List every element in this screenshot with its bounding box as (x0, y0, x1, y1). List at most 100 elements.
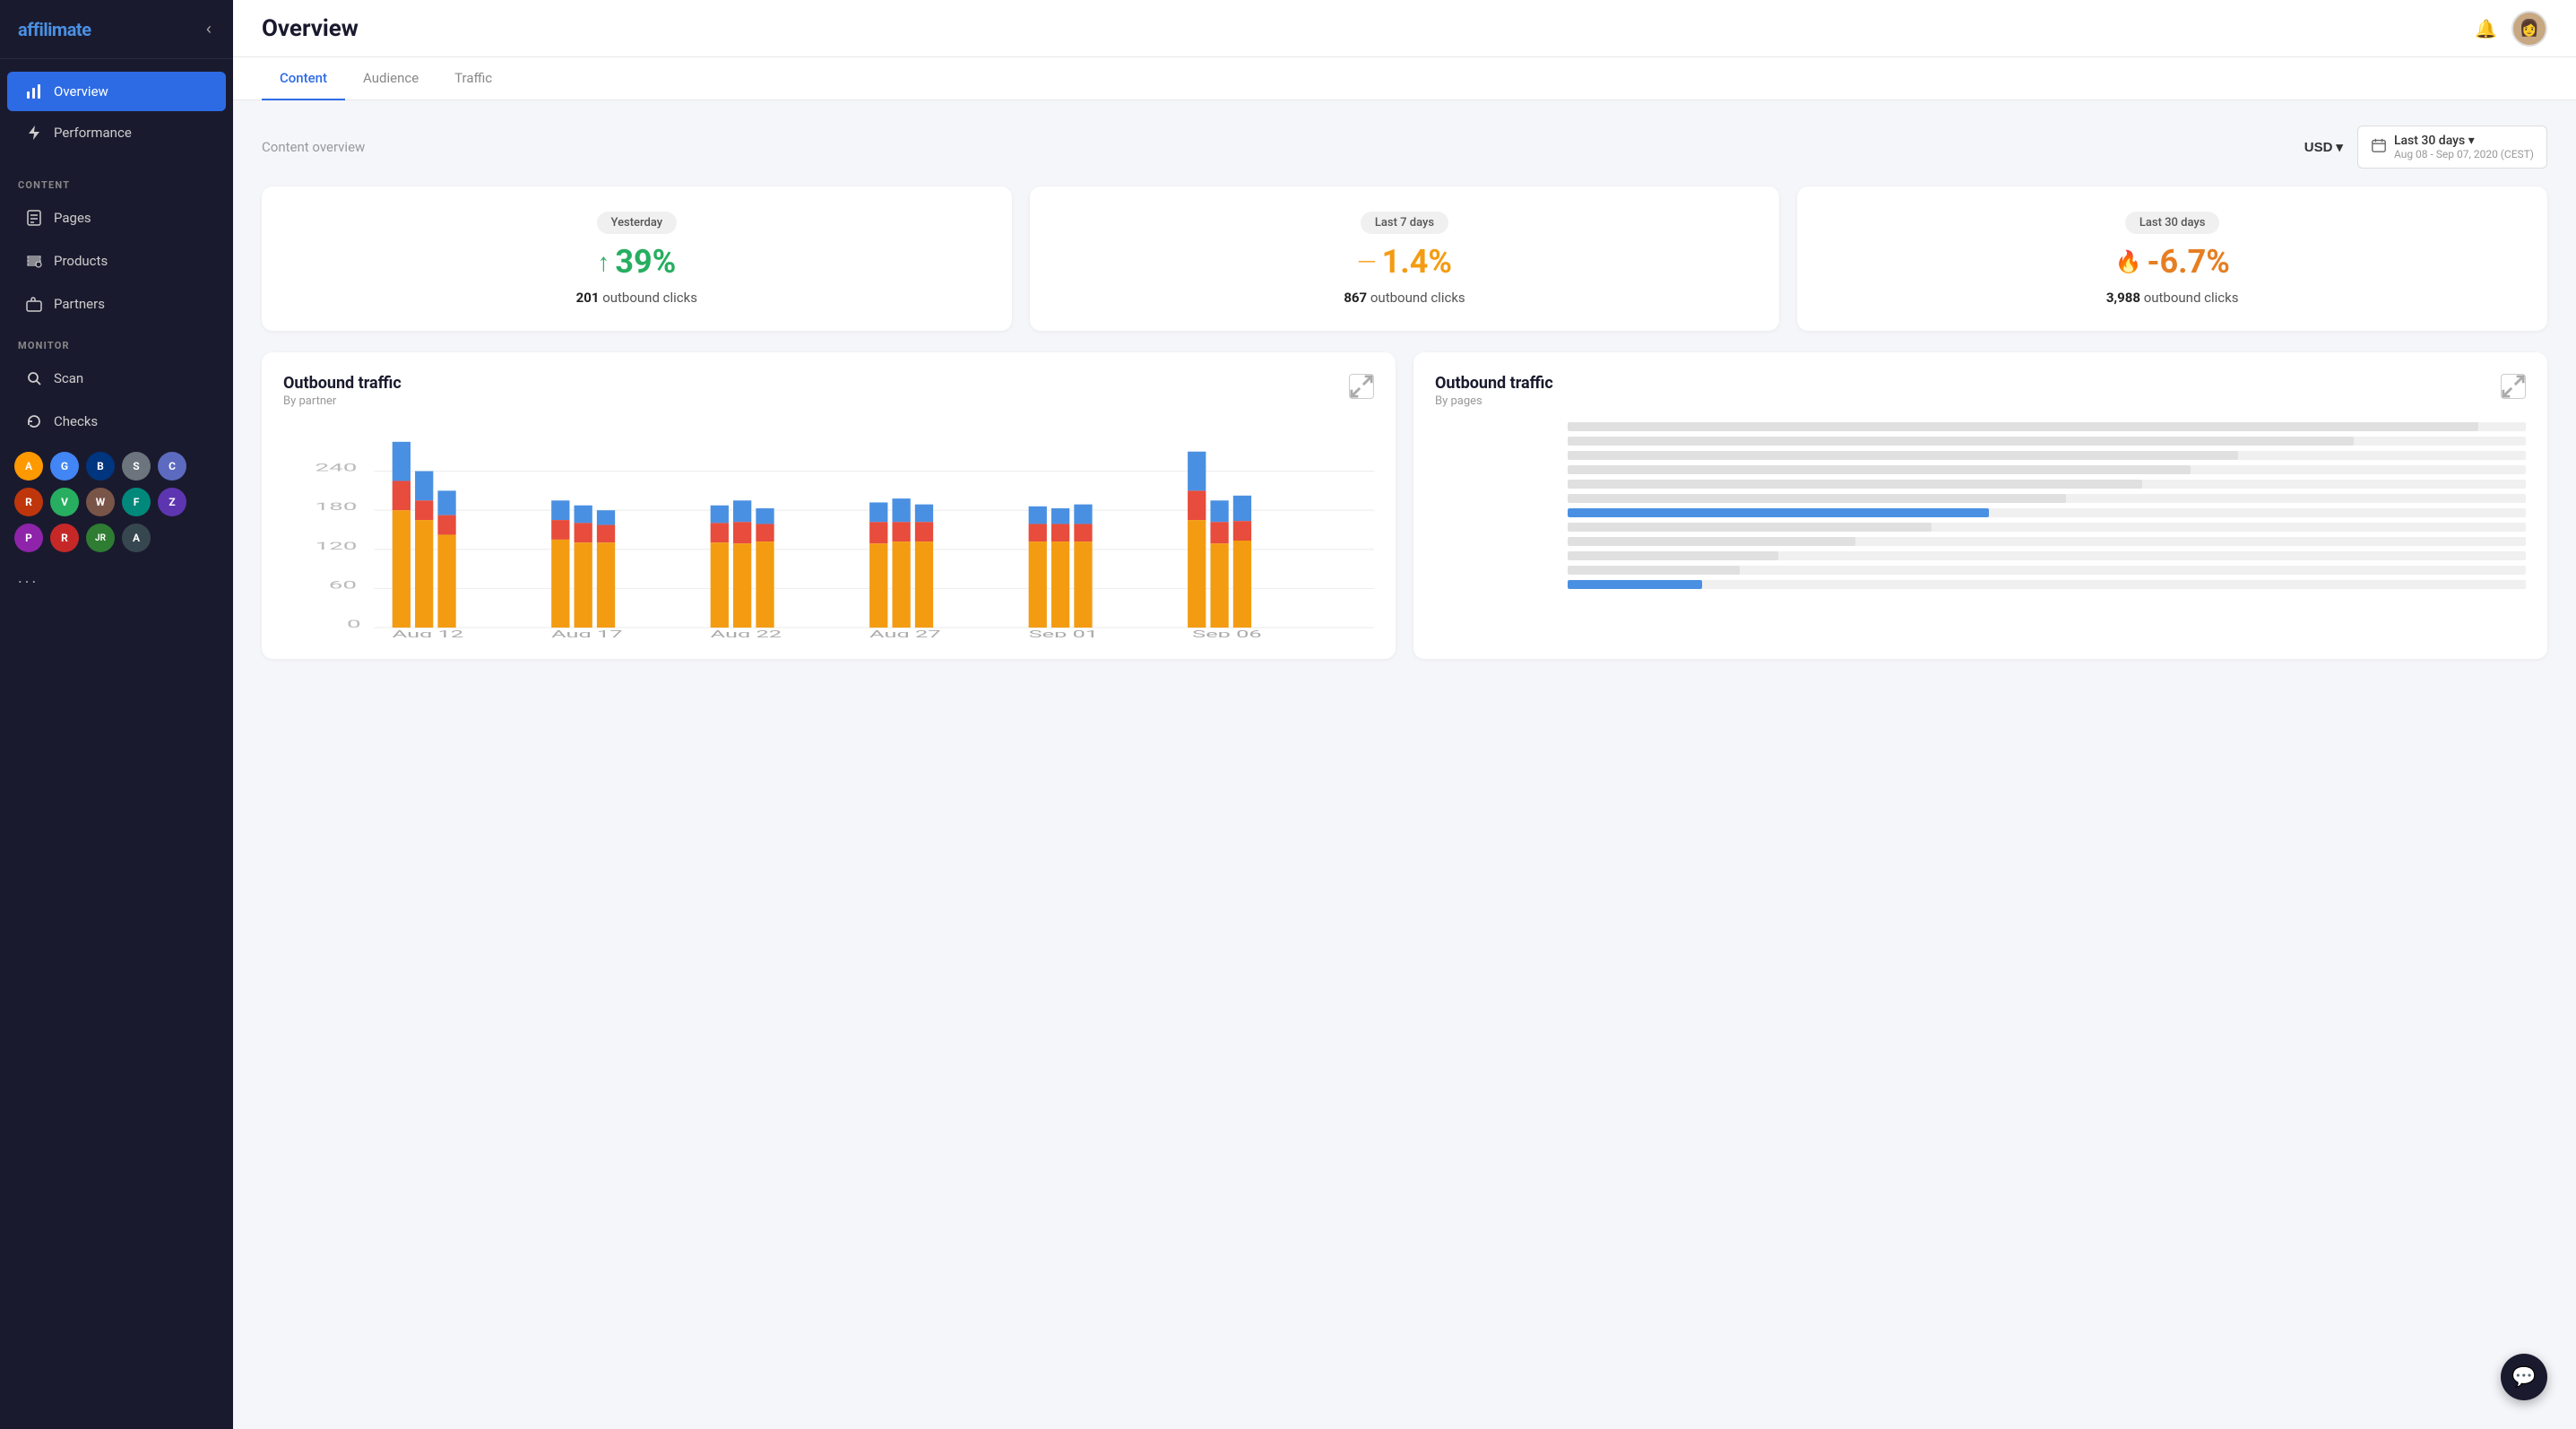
user-avatar[interactable]: 👩 (2511, 11, 2547, 47)
hbar-fill (1568, 537, 1855, 546)
currency-selector[interactable]: USD ▾ (2304, 139, 2343, 155)
sidebar-item-partners[interactable]: Partners (7, 284, 226, 324)
sidebar-item-products-label: Products (54, 253, 108, 269)
metric-badge-yesterday: Yesterday (597, 212, 678, 234)
hbar-fill (1568, 480, 2142, 489)
sidebar-item-products[interactable]: Products (7, 241, 226, 281)
hbar-track (1568, 566, 2526, 575)
date-range-label-text: Last 30 days (2394, 134, 2465, 148)
sidebar-item-pages-label: Pages (54, 210, 91, 226)
calendar-icon (2371, 137, 2387, 157)
metric-value-yesterday: ↑ 39% (597, 243, 676, 281)
main-content: Overview 🔔 👩 Content Audience Traffic Co… (233, 0, 2576, 1429)
page-title: Overview (262, 15, 359, 42)
hbar-row (1435, 480, 2526, 489)
hbar-track (1568, 437, 2526, 446)
hbar-fill (1568, 451, 2238, 460)
partner-icon-p[interactable]: P (14, 524, 43, 552)
metric-card-yesterday: Yesterday ↑ 39% 201 outbound clicks (262, 186, 1012, 331)
partner-icon-a2[interactable]: A (122, 524, 151, 552)
chart-card-by-partner: Outbound traffic By partner 0 60 120 180 (262, 352, 1396, 659)
date-range-button[interactable]: Last 30 days ▾ Aug 08 - Sep 07, 2020 (CE… (2357, 126, 2547, 169)
tab-traffic[interactable]: Traffic (437, 57, 510, 100)
tab-content[interactable]: Content (262, 57, 345, 100)
chart-subtitle-by-partner: By partner (283, 394, 402, 408)
more-partners-button[interactable]: ... (0, 561, 233, 594)
logo-accent: mate (52, 19, 91, 40)
chat-bubble-button[interactable]: 💬 (2501, 1354, 2547, 1400)
clicks-label-7days: outbound clicks (1370, 290, 1465, 306)
hbar-row (1435, 508, 2526, 517)
partner-icon-booking[interactable]: B (86, 452, 115, 481)
clicks-count-7days: 867 (1344, 290, 1367, 306)
partner-icon-w[interactable]: W (86, 488, 115, 516)
partner-icon-c[interactable]: C (158, 452, 186, 481)
page-icon (25, 209, 43, 227)
sidebar: affilimate ‹ Overview Performance CONTEN… (0, 0, 233, 1429)
hbar-fill (1568, 437, 2354, 446)
hbar-fill (1568, 422, 2478, 431)
charts-row: Outbound traffic By partner 0 60 120 180 (262, 352, 2547, 659)
sidebar-item-overview[interactable]: Overview (7, 72, 226, 111)
hbar-row (1435, 523, 2526, 532)
metric-badge-30days: Last 30 days (2125, 212, 2220, 234)
partner-icon-amazon[interactable]: A (14, 452, 43, 481)
sidebar-item-pages[interactable]: Pages (7, 198, 226, 238)
metric-percentage-yesterday: 39% (615, 243, 676, 281)
hbar-fill (1568, 551, 1778, 560)
sidebar-item-scan[interactable]: Scan (7, 359, 226, 398)
hbar-row (1435, 551, 2526, 560)
topbar: Overview 🔔 👩 (233, 0, 2576, 57)
hbar-fill (1568, 465, 2191, 474)
chart-title-by-partner: Outbound traffic (283, 374, 402, 393)
sidebar-item-performance-label: Performance (54, 125, 132, 141)
currency-arrow-icon: ▾ (2336, 139, 2343, 155)
chart-area-by-partner: 0 60 120 180 240 (283, 422, 1374, 637)
stacked-bar-chart: 0 60 120 180 240 (283, 422, 1374, 637)
sidebar-item-performance[interactable]: Performance (7, 113, 226, 152)
partner-icon-v[interactable]: V (50, 488, 79, 516)
partner-icon-s[interactable]: S (122, 452, 151, 481)
sidebar-collapse-button[interactable]: ‹ (203, 16, 215, 42)
hbar-fill (1568, 580, 1702, 589)
svg-text:Aug 22: Aug 22 (711, 628, 782, 637)
date-range-sub-label: Aug 08 - Sep 07, 2020 (CEST) (2394, 148, 2534, 160)
tab-audience[interactable]: Audience (345, 57, 437, 100)
partner-icon-google[interactable]: G (50, 452, 79, 481)
currency-value: USD (2304, 140, 2333, 155)
partner-icon-jr[interactable]: JR (86, 524, 115, 552)
partner-icon-r2[interactable]: R (50, 524, 79, 552)
svg-text:Aug 12: Aug 12 (393, 628, 463, 637)
hbar-row (1435, 422, 2526, 431)
sidebar-item-scan-label: Scan (54, 370, 83, 386)
chart-header-by-partner: Outbound traffic By partner (283, 374, 1374, 408)
metric-clicks-7days: 867 outbound clicks (1344, 290, 1465, 306)
metric-clicks-yesterday: 201 outbound clicks (576, 290, 697, 306)
chart-subtitle-by-page: By pages (1435, 394, 1553, 408)
products-icon (25, 252, 43, 270)
sidebar-item-checks[interactable]: Checks (7, 402, 226, 441)
metric-clicks-30days: 3,988 outbound clicks (2106, 290, 2239, 306)
notification-bell-icon[interactable]: 🔔 (2475, 18, 2497, 39)
hbar-track (1568, 523, 2526, 532)
hbar-row (1435, 580, 2526, 589)
trend-down-icon: 🔥 (2114, 249, 2141, 274)
trend-up-icon: ↑ (597, 247, 609, 277)
svg-text:180: 180 (315, 501, 357, 514)
svg-text:Aug 27: Aug 27 (869, 628, 940, 637)
metric-percentage-7days: 1.4% (1382, 243, 1452, 281)
partner-icon-r[interactable]: R (14, 488, 43, 516)
hbar-row (1435, 494, 2526, 503)
expand-chart-by-page-button[interactable] (2501, 374, 2526, 399)
hbar-fill (1568, 494, 2066, 503)
chart-title-by-page: Outbound traffic (1435, 374, 1553, 393)
controls-right: USD ▾ Last 30 days ▾ Aug 08 - Sep 07, 20… (2304, 126, 2547, 169)
partner-icons-row: A G B S C R V W F Z P R JR A (0, 443, 233, 561)
date-range-arrow-icon: ▾ (2468, 134, 2475, 148)
partner-icon-z[interactable]: Z (158, 488, 186, 516)
clicks-count-30days: 3,988 (2106, 290, 2140, 306)
hbar-track (1568, 480, 2526, 489)
logo: affilimate (18, 19, 91, 40)
partner-icon-f[interactable]: F (122, 488, 151, 516)
expand-chart-by-partner-button[interactable] (1349, 374, 1374, 399)
